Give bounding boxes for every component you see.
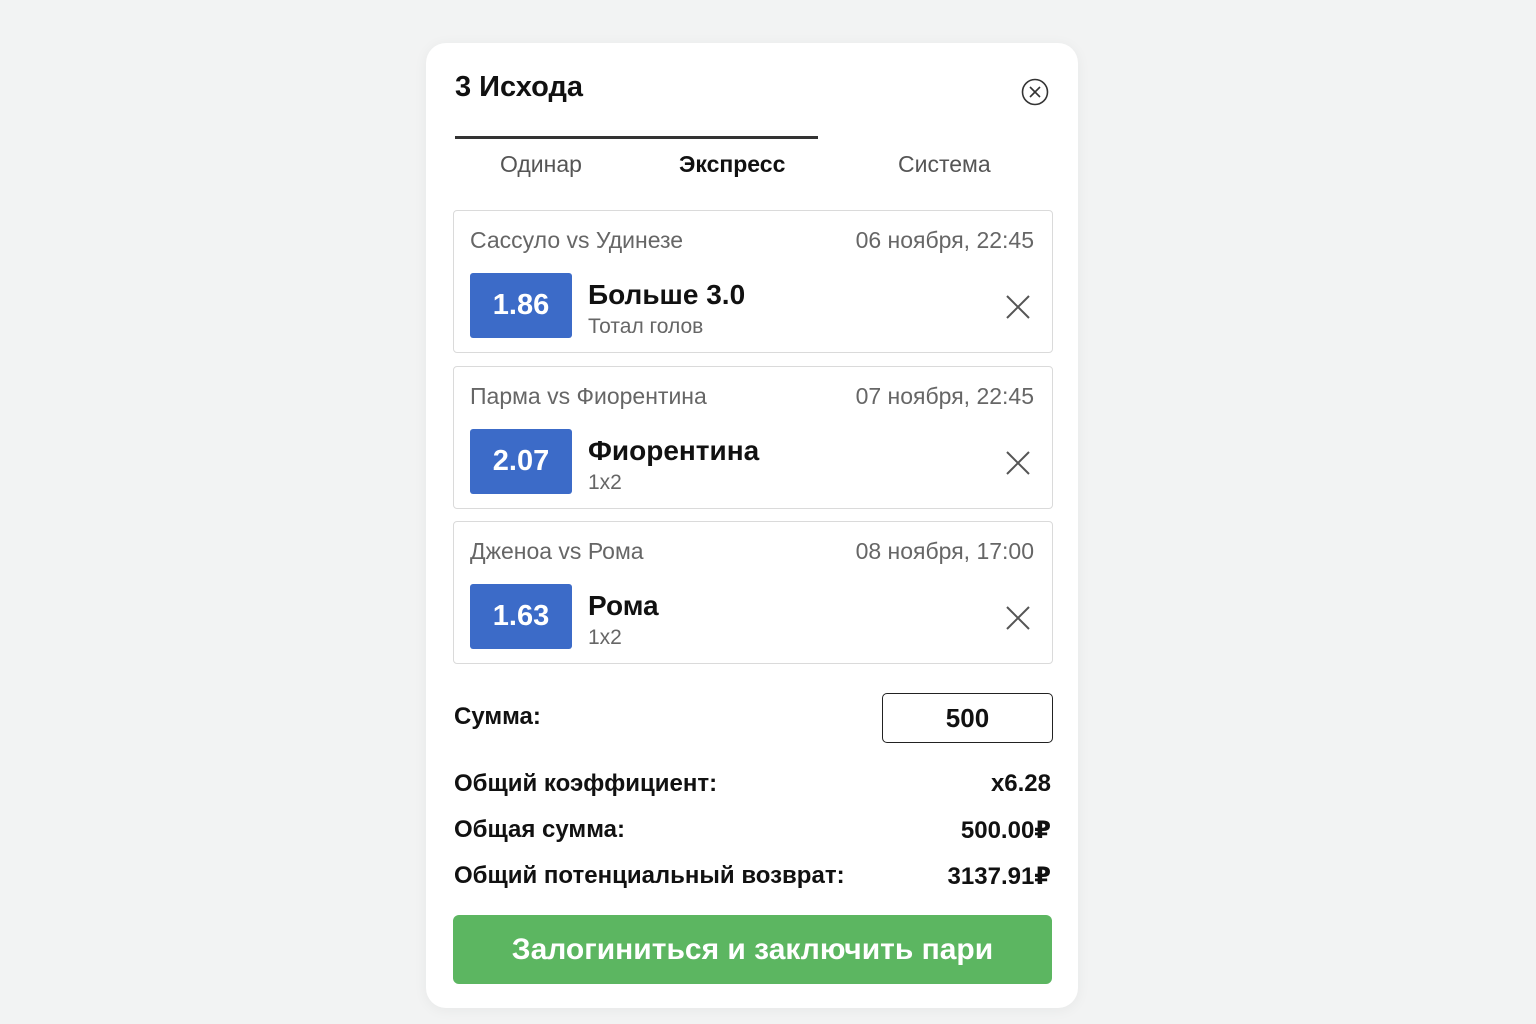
stake-label: Сумма: [454,703,541,730]
bet-match: Парма vs Фиорентина [470,383,707,409]
summary-value: x6.28 [990,770,1051,797]
summary-value: 3137.91₽ [947,863,1051,890]
remove-bet-button[interactable] [1004,449,1032,477]
x-icon [1006,451,1030,475]
login-and-bet-button[interactable]: Залогиниться и заключить пари [453,915,1052,984]
betslip-panel: 3 Исхода Одинар Экспресс Система Сассуло… [426,43,1078,1008]
tab-express[interactable]: Экспресс [679,151,785,178]
bet-date: 08 ноября, 17:00 [855,538,1034,564]
bet-selection: Фиорентина [588,435,760,466]
bet-market: 1x2 [588,471,622,494]
bet-item: Дженоа vs Рома 08 ноября, 17:00 1.63 Ром… [453,521,1053,664]
summary-value: 500.00₽ [960,817,1051,844]
odds-button[interactable]: 2.07 [470,429,572,494]
betslip-title: 3 Исхода [455,71,584,103]
x-icon [1006,606,1030,630]
summary-row-potential-return: Общий потенциальный возврат: 3137.91₽ [454,862,1051,896]
tab-system[interactable]: Система [898,151,991,178]
bet-date: 06 ноября, 22:45 [855,227,1034,253]
odds-button[interactable]: 1.86 [470,273,572,338]
summary-row-total-odds: Общий коэффициент: x6.28 [454,770,1051,804]
close-circle-icon [1021,78,1049,106]
remove-bet-button[interactable] [1004,604,1032,632]
bet-match: Дженоа vs Рома [470,538,644,564]
stake-input[interactable] [882,693,1053,743]
bet-selection: Больше 3.0 [588,279,746,310]
summary-row-total-stake: Общая сумма: 500.00₽ [454,816,1051,850]
summary-label: Общий потенциальный возврат: [454,862,845,889]
bet-selection: Рома [588,590,659,621]
bet-type-tabs: Одинар Экспресс Система [426,151,1078,191]
tab-single[interactable]: Одинар [500,151,582,178]
bet-item: Сассуло vs Удинезе 06 ноября, 22:45 1.86… [453,210,1053,353]
bet-date: 07 ноября, 22:45 [855,383,1034,409]
bet-market: Тотал голов [588,315,704,338]
bet-item: Парма vs Фиорентина 07 ноября, 22:45 2.0… [453,366,1053,509]
remove-bet-button[interactable] [1004,293,1032,321]
odds-button[interactable]: 1.63 [470,584,572,649]
summary-label: Общая сумма: [454,816,625,843]
summary-label: Общий коэффициент: [454,770,718,797]
bet-match: Сассуло vs Удинезе [470,227,684,253]
tab-indicator [455,136,818,139]
x-icon [1006,295,1030,319]
close-button[interactable] [1020,77,1050,107]
bet-market: 1x2 [588,626,622,649]
